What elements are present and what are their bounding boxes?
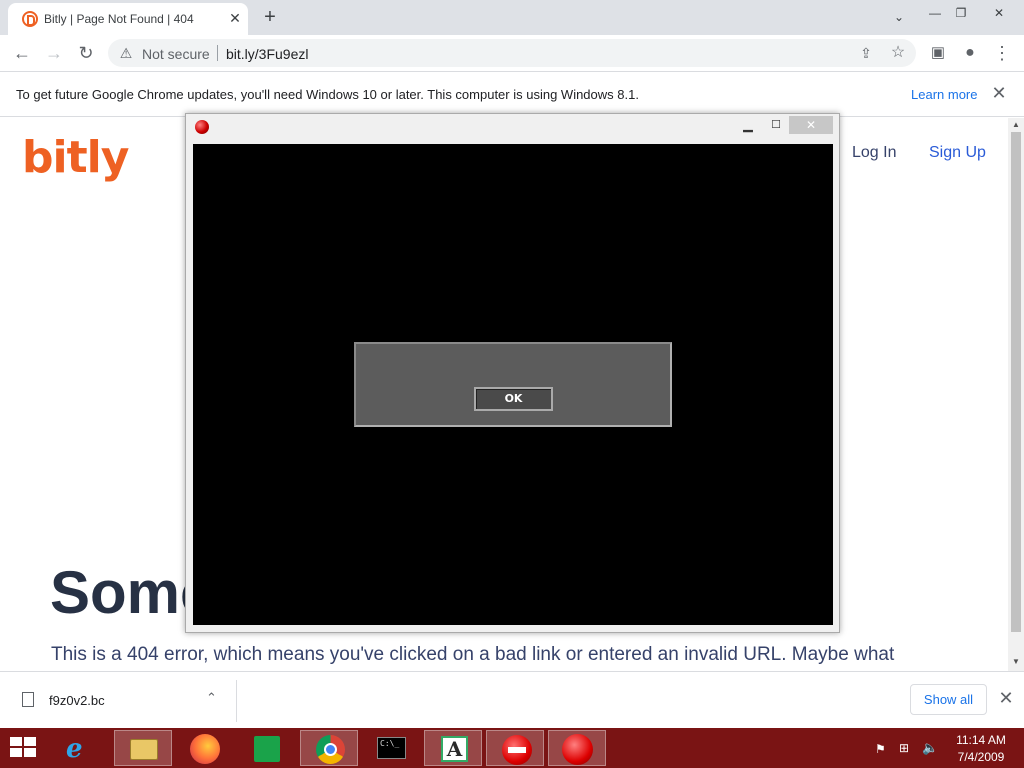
new-tab-button[interactable]: + <box>259 6 281 28</box>
stop-sign-icon <box>502 735 532 765</box>
taskbar-ie[interactable]: e <box>52 730 110 766</box>
volume-icon[interactable]: 🔈 <box>922 740 938 756</box>
internet-explorer-icon: e <box>66 734 83 764</box>
font-viewer-icon: A <box>441 736 468 762</box>
bookmark-star-icon[interactable]: ☆ <box>888 43 908 63</box>
minimize-window-button[interactable]: — <box>924 2 946 24</box>
tab-close-icon[interactable]: ✕ <box>226 9 244 27</box>
infobar-message: To get future Google Chrome updates, you… <box>16 87 639 102</box>
windows-start-icon[interactable] <box>10 737 38 759</box>
taskbar-chrome[interactable] <box>300 730 358 766</box>
taskbar-firefox[interactable] <box>176 730 234 766</box>
chrome-center <box>324 743 337 756</box>
forward-icon[interactable]: → <box>41 40 67 66</box>
side-panel-icon[interactable]: ▣ <box>925 40 951 66</box>
action-center-flag-icon[interactable]: ⚑ <box>875 742 886 756</box>
command-prompt-icon: C:\_ <box>377 737 406 759</box>
restore-window-button[interactable]: ❐ <box>950 2 972 24</box>
taskbar-cmd[interactable]: C:\_ <box>362 730 420 766</box>
download-file-name[interactable]: f9z0v2.bc <box>49 693 105 708</box>
reload-icon[interactable]: ↻ <box>73 40 99 66</box>
file-explorer-icon <box>130 739 158 760</box>
shelf-divider <box>236 680 237 722</box>
login-link[interactable]: Log In <box>852 144 896 162</box>
network-icon[interactable]: ⊞ <box>899 741 909 755</box>
share-icon[interactable]: ⇪ <box>856 43 876 63</box>
taskbar-red-ball-app[interactable] <box>548 730 606 766</box>
chevron-up-icon[interactable]: ⌃ <box>206 690 217 706</box>
show-all-button[interactable]: Show all <box>910 684 987 715</box>
signup-link[interactable]: Sign Up <box>929 144 986 162</box>
red-ball-app-icon <box>562 734 593 765</box>
taskbar-file-explorer[interactable] <box>114 730 172 766</box>
clock-date[interactable]: 7/4/2009 <box>955 750 1007 764</box>
omnibox-divider <box>217 45 218 61</box>
close-window-button[interactable]: ✕ <box>988 2 1010 24</box>
overlay-maximize-button[interactable]: ☐ <box>766 116 786 134</box>
firefox-icon <box>190 734 220 764</box>
taskbar-store[interactable] <box>238 730 296 766</box>
tab-search-icon[interactable]: ⌄ <box>890 8 908 26</box>
address-bar[interactable]: ⚠ Not secure bit.ly/3Fu9ezl ⇪ ☆ <box>108 39 916 67</box>
scroll-up-icon[interactable]: ▲ <box>1012 120 1020 129</box>
stop-bar <box>508 747 526 753</box>
overlay-minimize-button[interactable]: ▁ <box>738 116 758 134</box>
message-dialog: OK <box>354 342 672 427</box>
warning-icon[interactable]: ⚠ <box>118 45 134 61</box>
file-icon <box>22 692 34 707</box>
bitly-favicon-icon <box>22 11 38 27</box>
error-description: This is a 404 error, which means you've … <box>51 644 895 665</box>
windows-taskbar: e C:\_ A ⚑ ⊞ 🔈 11:14 AM 7/4/2009 <box>0 728 1024 768</box>
learn-more-link[interactable]: Learn more <box>911 87 977 102</box>
back-icon[interactable]: ← <box>9 40 35 66</box>
chrome-icon <box>316 735 345 764</box>
download-shelf: f9z0v2.bc ⌃ Show all ✕ <box>0 671 1024 728</box>
scroll-thumb[interactable] <box>1011 132 1021 632</box>
page-scrollbar[interactable]: ▲ ▼ <box>1008 118 1024 671</box>
profile-icon[interactable]: ● <box>957 40 983 66</box>
menu-kebab-icon[interactable]: ⋮ <box>989 40 1015 66</box>
tab-title: Bitly | Page Not Found | 404 <box>44 12 194 26</box>
overlay-app-window[interactable]: ▁ ☐ ✕ OK <box>185 113 840 633</box>
infobar-close-icon[interactable]: ✕ <box>990 84 1008 102</box>
browser-toolbar: ← → ↻ ⚠ Not secure bit.ly/3Fu9ezl ⇪ ☆ ▣ … <box>0 35 1024 71</box>
taskbar-stop-app[interactable] <box>486 730 544 766</box>
clock-time[interactable]: 11:14 AM <box>955 733 1007 747</box>
store-icon <box>254 736 280 762</box>
shelf-close-icon[interactable]: ✕ <box>997 689 1015 707</box>
tab-strip: Bitly | Page Not Found | 404 ✕ + ⌄ — ❐ ✕ <box>0 0 1024 35</box>
update-infobar: To get future Google Chrome updates, you… <box>0 71 1024 117</box>
overlay-close-button[interactable]: ✕ <box>789 116 833 134</box>
url-text[interactable]: bit.ly/3Fu9ezl <box>226 46 308 62</box>
red-ball-icon <box>195 120 209 134</box>
ok-button[interactable]: OK <box>474 387 553 411</box>
bitly-logo[interactable]: bitly <box>22 132 129 183</box>
overlay-canvas: OK <box>193 144 833 625</box>
security-label[interactable]: Not secure <box>142 46 210 62</box>
tab-bitly[interactable]: Bitly | Page Not Found | 404 ✕ <box>8 3 248 35</box>
taskbar-fonts[interactable]: A <box>424 730 482 766</box>
scroll-down-icon[interactable]: ▼ <box>1012 657 1020 666</box>
